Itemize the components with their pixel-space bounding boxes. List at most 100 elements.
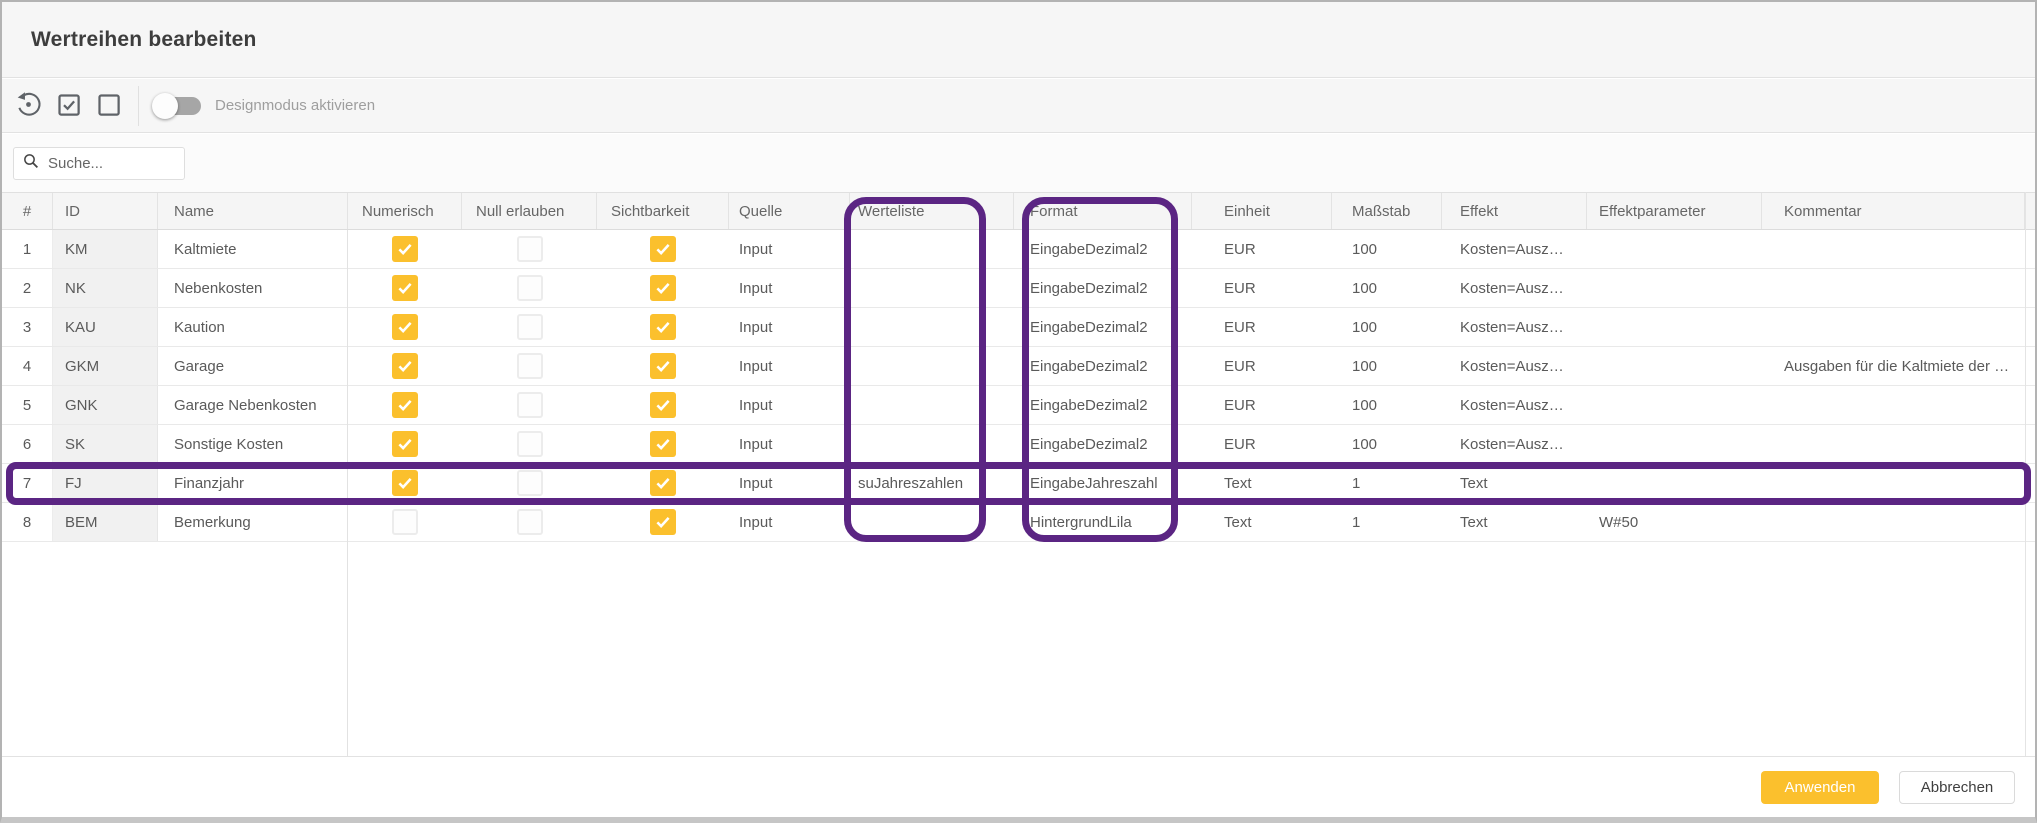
cell-effektparameter[interactable]: W#50 [1587, 503, 1762, 541]
cell-numerisch[interactable] [348, 386, 462, 424]
cell-format[interactable]: EingabeDezimal2 [1014, 425, 1192, 463]
table-row[interactable]: 1KMKaltmieteInputEingabeDezimal2EUR100Ko… [2, 230, 2035, 269]
cell-kommentar[interactable] [1762, 386, 2025, 424]
cell-sichtbarkeit[interactable] [597, 230, 729, 268]
cell-null_erlauben[interactable] [462, 386, 597, 424]
cell-format[interactable]: HintergrundLila [1014, 503, 1192, 541]
cell-numerisch[interactable] [348, 464, 462, 502]
cell-format[interactable]: EingabeDezimal2 [1014, 347, 1192, 385]
cell-quelle[interactable]: Input [729, 230, 850, 268]
cell-null_erlauben[interactable] [462, 230, 597, 268]
cell-sichtbarkeit[interactable] [597, 308, 729, 346]
cell-name[interactable]: Sonstige Kosten [158, 425, 348, 463]
cell-effekt[interactable]: Kosten=Ausz… [1442, 308, 1587, 346]
numerisch-checkbox[interactable] [392, 236, 418, 262]
cell-einheit[interactable]: EUR [1192, 425, 1332, 463]
cell-numerisch[interactable] [348, 230, 462, 268]
uncheck-all-button[interactable] [88, 86, 128, 126]
cell-werteliste[interactable] [850, 269, 1014, 307]
numerisch-checkbox[interactable] [392, 353, 418, 379]
cancel-button[interactable]: Abbrechen [1899, 771, 2015, 804]
cell-format[interactable]: EingabeDezimal2 [1014, 230, 1192, 268]
cell-sichtbarkeit[interactable] [597, 269, 729, 307]
cell-einheit[interactable]: EUR [1192, 269, 1332, 307]
cell-kommentar[interactable] [1762, 503, 2025, 541]
table-row[interactable]: 3KAUKautionInputEingabeDezimal2EUR100Kos… [2, 308, 2035, 347]
cell-null_erlauben[interactable] [462, 425, 597, 463]
cell-quelle[interactable]: Input [729, 269, 850, 307]
cell-format[interactable]: EingabeJahreszahl [1014, 464, 1192, 502]
cell-werteliste[interactable] [850, 386, 1014, 424]
null_erlauben-checkbox[interactable] [517, 431, 543, 457]
cell-num[interactable]: 3 [2, 308, 53, 346]
cell-name[interactable]: Garage [158, 347, 348, 385]
cell-name[interactable]: Kaution [158, 308, 348, 346]
cell-numerisch[interactable] [348, 425, 462, 463]
cell-effektparameter[interactable] [1587, 464, 1762, 502]
cell-num[interactable]: 7 [2, 464, 53, 502]
sichtbarkeit-checkbox[interactable] [650, 431, 676, 457]
cell-kommentar[interactable] [1762, 425, 2025, 463]
cell-massstab[interactable]: 100 [1332, 425, 1442, 463]
cell-quelle[interactable]: Input [729, 503, 850, 541]
null_erlauben-checkbox[interactable] [517, 236, 543, 262]
cell-numerisch[interactable] [348, 347, 462, 385]
cell-werteliste[interactable] [850, 425, 1014, 463]
cell-null_erlauben[interactable] [462, 308, 597, 346]
cell-num[interactable]: 8 [2, 503, 53, 541]
check-all-button[interactable] [48, 86, 88, 126]
cell-quelle[interactable]: Input [729, 425, 850, 463]
numerisch-checkbox[interactable] [392, 509, 418, 535]
cell-effektparameter[interactable] [1587, 308, 1762, 346]
cell-massstab[interactable]: 100 [1332, 347, 1442, 385]
null_erlauben-checkbox[interactable] [517, 509, 543, 535]
sichtbarkeit-checkbox[interactable] [650, 470, 676, 496]
cell-name[interactable]: Bemerkung [158, 503, 348, 541]
cell-id[interactable]: NK [53, 269, 158, 307]
cell-effektparameter[interactable] [1587, 386, 1762, 424]
cell-einheit[interactable]: EUR [1192, 308, 1332, 346]
cell-massstab[interactable]: 1 [1332, 503, 1442, 541]
cell-null_erlauben[interactable] [462, 464, 597, 502]
cell-effekt[interactable]: Kosten=Ausz… [1442, 386, 1587, 424]
cell-sichtbarkeit[interactable] [597, 503, 729, 541]
sichtbarkeit-checkbox[interactable] [650, 314, 676, 340]
sichtbarkeit-checkbox[interactable] [650, 392, 676, 418]
cell-id[interactable]: KM [53, 230, 158, 268]
cell-numerisch[interactable] [348, 269, 462, 307]
cell-kommentar[interactable] [1762, 269, 2025, 307]
cell-id[interactable]: KAU [53, 308, 158, 346]
cell-werteliste[interactable] [850, 347, 1014, 385]
sichtbarkeit-checkbox[interactable] [650, 275, 676, 301]
null_erlauben-checkbox[interactable] [517, 392, 543, 418]
sichtbarkeit-checkbox[interactable] [650, 236, 676, 262]
cell-werteliste[interactable]: suJahreszahlen [850, 464, 1014, 502]
cell-num[interactable]: 6 [2, 425, 53, 463]
cell-num[interactable]: 4 [2, 347, 53, 385]
cell-sichtbarkeit[interactable] [597, 347, 729, 385]
search-box[interactable] [13, 147, 185, 180]
cell-effektparameter[interactable] [1587, 425, 1762, 463]
cell-id[interactable]: GKM [53, 347, 158, 385]
cell-einheit[interactable]: EUR [1192, 347, 1332, 385]
cell-effekt[interactable]: Kosten=Ausz… [1442, 425, 1587, 463]
apply-button[interactable]: Anwenden [1761, 771, 1879, 804]
null_erlauben-checkbox[interactable] [517, 470, 543, 496]
cell-null_erlauben[interactable] [462, 347, 597, 385]
numerisch-checkbox[interactable] [392, 470, 418, 496]
cell-name[interactable]: Garage Nebenkosten [158, 386, 348, 424]
cell-effekt[interactable]: Kosten=Ausz… [1442, 269, 1587, 307]
null_erlauben-checkbox[interactable] [517, 314, 543, 340]
cell-format[interactable]: EingabeDezimal2 [1014, 269, 1192, 307]
cell-kommentar[interactable] [1762, 308, 2025, 346]
cell-einheit[interactable]: Text [1192, 464, 1332, 502]
cell-id[interactable]: SK [53, 425, 158, 463]
cell-massstab[interactable]: 100 [1332, 230, 1442, 268]
cell-name[interactable]: Finanzjahr [158, 464, 348, 502]
cell-einheit[interactable]: EUR [1192, 230, 1332, 268]
table-row[interactable]: 4GKMGarageInputEingabeDezimal2EUR100Kost… [2, 347, 2035, 386]
sichtbarkeit-checkbox[interactable] [650, 353, 676, 379]
cell-kommentar[interactable] [1762, 230, 2025, 268]
cell-massstab[interactable]: 1 [1332, 464, 1442, 502]
cell-sichtbarkeit[interactable] [597, 386, 729, 424]
